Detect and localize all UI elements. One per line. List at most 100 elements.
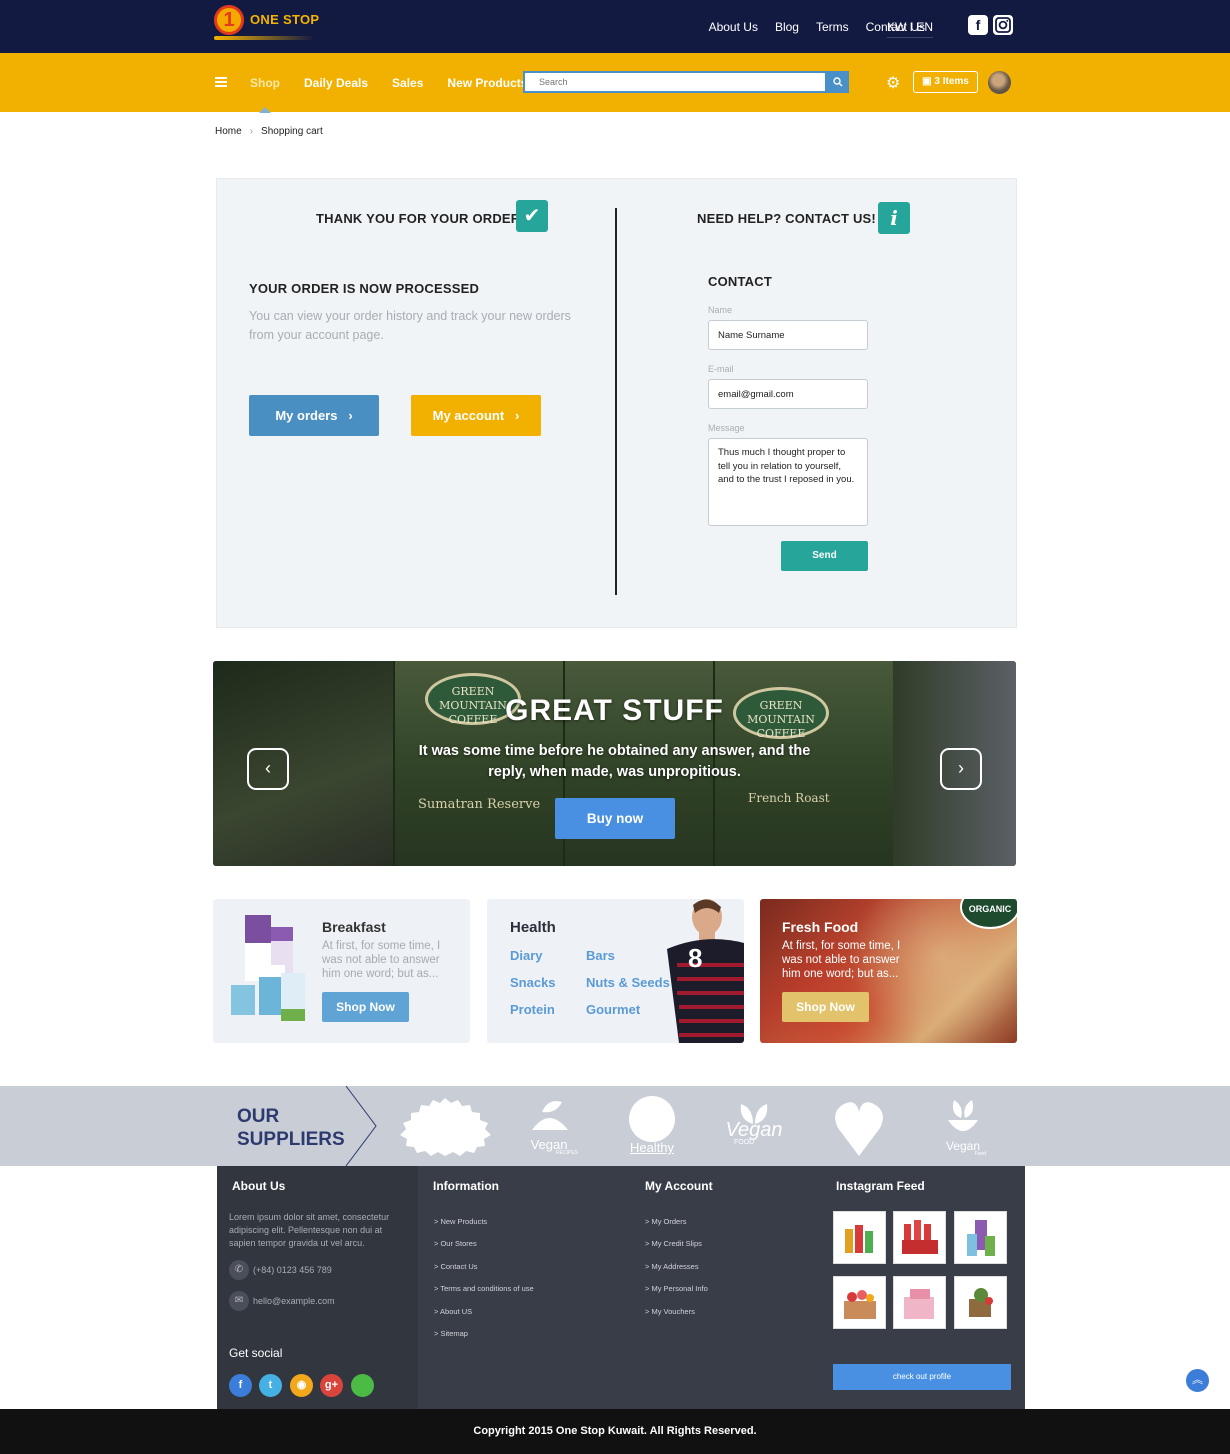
footer-link-sitemap[interactable]: > Sitemap [434,1329,468,1338]
active-nav-indicator [259,107,271,113]
top-link-blog[interactable]: Blog [775,20,799,34]
health-card: 8 Health Diary Bars Snacks Nuts & Seeds … [487,899,744,1043]
google-plus-icon[interactable]: g+ [320,1374,343,1397]
order-processed-title: YOUR ORDER IS NOW PROCESSED [249,281,480,296]
cart-count: 3 Items [934,76,969,87]
health-link-bars[interactable]: Bars [586,948,615,963]
suppliers-title: OUR SUPPLIERS [237,1105,345,1151]
footer-link-about[interactable]: > About US [434,1307,472,1316]
fresh-food-shop-button[interactable]: Shop Now [782,992,869,1022]
nav-item-shop[interactable]: Shop [250,76,280,90]
top-bar [0,0,1230,53]
footer-about-text: Lorem ipsum dolor sit amet, consectetur … [229,1212,390,1248]
vegan-leaf-icon [532,1101,568,1130]
search-icon [832,77,842,87]
avatar[interactable] [988,71,1011,94]
footer-link-my-orders[interactable]: > My Orders [645,1217,686,1226]
buy-now-button[interactable]: Buy now [555,798,675,839]
instagram-photo[interactable] [893,1211,946,1264]
supplier-logo-heart[interactable] [834,1098,884,1163]
footer-link-personal-info[interactable]: > My Personal Info [645,1284,708,1293]
supplier-logo-badge[interactable] [398,1096,493,1158]
top-link-about[interactable]: About Us [709,20,758,34]
nav-item-daily-deals[interactable]: Daily Deals [304,76,368,90]
send-button[interactable]: Send [781,541,868,571]
email-label: E-mail [708,364,734,374]
supplier-logo-healthy[interactable]: Healthy [626,1096,678,1155]
footer-account-title: My Account [645,1179,713,1193]
chevron-right-icon: › [348,408,353,423]
health-link-snacks[interactable]: Snacks [510,975,556,990]
name-field[interactable] [708,320,868,350]
breakfast-title: Breakfast [322,919,386,935]
fresh-food-text: At first, for some time, I was not able … [782,940,901,980]
health-link-gourmet[interactable]: Gourmet [586,1002,640,1017]
search-button[interactable] [826,71,849,93]
footer-phone: (+84) 0123 456 789 [253,1265,332,1275]
footer-link-new-products[interactable]: > New Products [434,1217,487,1226]
banner-title: GREAT STUFF [505,694,724,727]
breadcrumb-home[interactable]: Home [215,126,242,137]
my-account-button[interactable]: My account › [411,395,541,436]
search-input[interactable] [523,71,827,93]
check-out-profile-button[interactable]: check out profile [833,1364,1011,1390]
cart-icon: ▣ [922,76,935,87]
thank-you-title: THANK YOU FOR YOUR ORDER [316,211,521,226]
instagram-icon[interactable] [993,15,1013,35]
top-link-terms[interactable]: Terms [816,20,849,34]
footer-link-terms[interactable]: > Terms and conditions of use [434,1284,534,1293]
health-title: Health [510,919,556,936]
suppliers-arrow [345,1086,377,1166]
health-link-protein[interactable]: Protein [510,1002,555,1017]
logo-text[interactable]: ONE STOP [250,12,319,27]
coffee-variety-label: French Roast [748,791,830,805]
cart-button[interactable]: ▣ 3 Items [913,71,978,93]
breakfast-shop-button[interactable]: Shop Now [322,992,409,1022]
my-orders-button[interactable]: My orders › [249,395,379,436]
nav-item-new-products[interactable]: New Products [447,76,527,90]
supplier-logo-vegan-recipes[interactable]: Vegan RECIPES [520,1096,578,1156]
footer-email[interactable]: hello@example.com [253,1295,335,1308]
milk-products-image [231,915,305,1021]
footer-link-vouchers[interactable]: > My Vouchers [645,1307,695,1316]
supplier-logo-vegan[interactable]: Vegan Food [940,1098,986,1157]
fresh-food-card: ORGANIC Fresh Food At first, for some ti… [760,899,1017,1043]
footer-link-credit-slips[interactable]: > My Credit Slips [645,1239,702,1248]
footer-link-addresses[interactable]: > My Addresses [645,1262,699,1271]
contact-heading: CONTACT [708,274,772,289]
supplier-logo-vegan-food[interactable]: Vegan FOOD [716,1100,792,1146]
email-field[interactable] [708,379,868,409]
breadcrumb: Home › Shopping cart [215,126,323,137]
instagram-photo[interactable] [893,1276,946,1329]
phone-icon: ✆ [229,1260,249,1280]
footer-info-title: Information [433,1179,499,1193]
banner-prev-button[interactable]: ‹ [247,748,289,790]
supplier-logo-label: Healthy [629,1140,675,1155]
instagram-photo[interactable] [954,1276,1007,1329]
name-label: Name [708,305,733,315]
facebook-icon[interactable]: f [229,1374,252,1397]
health-link-nuts-seeds[interactable]: Nuts & Seeds [586,975,670,990]
nav-item-sales[interactable]: Sales [392,76,423,90]
message-field[interactable]: Thus much I thought proper to tell you i… [708,438,868,526]
banner-next-button[interactable]: › [940,748,982,790]
twitter-icon[interactable]: t [259,1374,282,1397]
footer-link-contact[interactable]: > Contact Us [434,1262,478,1271]
social-green-icon[interactable] [351,1374,374,1397]
menu-icon[interactable] [215,77,227,87]
facebook-icon[interactable]: f [968,15,988,35]
footer-link-our-stores[interactable]: > Our Stores [434,1239,477,1248]
health-link-diary[interactable]: Diary [510,948,543,963]
back-to-top-button[interactable]: ︽ [1184,1367,1211,1394]
settings-gear-icon[interactable]: ⚙ [886,73,900,93]
double-chevron-up-icon: ︽ [1192,1374,1203,1386]
instagram-photo[interactable] [833,1276,886,1329]
instagram-photo[interactable] [954,1211,1007,1264]
healthy-circle-icon [629,1096,675,1142]
heart-icon [835,1102,883,1156]
rss-icon[interactable]: ◉ [290,1374,313,1397]
language-switch[interactable]: KW I EN [887,20,934,38]
logo-icon[interactable]: 1 [214,5,244,35]
breadcrumb-current: Shopping cart [261,126,323,137]
instagram-photo[interactable] [833,1211,886,1264]
